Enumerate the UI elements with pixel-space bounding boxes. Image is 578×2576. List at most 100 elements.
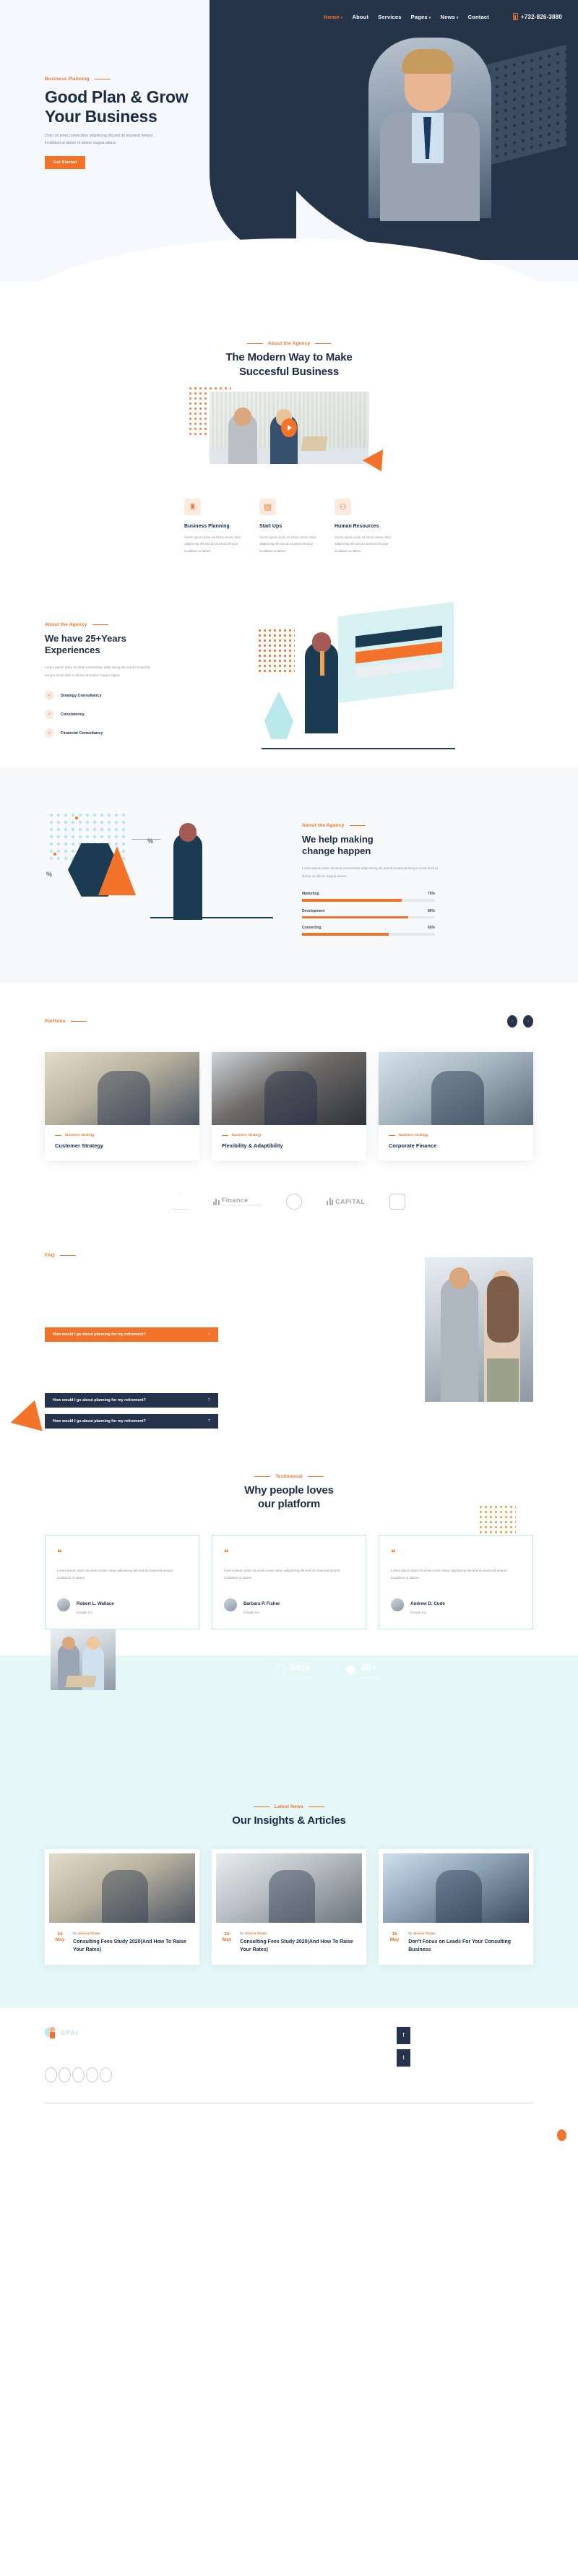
portfolio-card[interactable]: business strategy Customer Strategy [45, 1051, 199, 1160]
service-card[interactable]: ▤ Start Ups Vorem ipsum dolor sit amet,c… [259, 499, 319, 554]
news-image [383, 1853, 529, 1924]
about-section: About the Agency The Modern Way to Make … [0, 282, 578, 554]
header-phone[interactable]: +732-826-3880 [512, 13, 562, 20]
portfolio-card[interactable]: business strategy Flexibility & Adaptibi… [212, 1051, 366, 1160]
faq-question: How would I go about planning for my ret… [53, 1418, 146, 1423]
skill-converting: Converting 65% [302, 926, 435, 936]
nav-item-home[interactable]: Home ▾ [324, 14, 342, 20]
facebook-icon[interactable]: f [397, 2026, 410, 2044]
avatar [57, 1598, 70, 1611]
faq-item[interactable]: How would I go about planning for my ret… [45, 1413, 218, 1429]
brand-logo-script-icon [389, 1193, 406, 1210]
avatar [224, 1598, 237, 1611]
portfolio-image [379, 1051, 533, 1125]
people-group-icon: ⚇ [335, 499, 351, 515]
news-headline[interactable]: Consulting Fees Study 2020(And How To Ra… [73, 1939, 191, 1955]
service-title: Business Planning [184, 524, 230, 529]
news-author-name[interactable]: Jessica Ozawa [78, 1931, 100, 1935]
news-date: 16 May [387, 1931, 402, 1955]
question-mark-icon: ? [207, 1332, 210, 1337]
testimonial-title-line2: our platform [258, 1498, 320, 1511]
avatar [391, 1598, 404, 1611]
progress-fill [302, 933, 389, 936]
change-title-line2: change happen [302, 845, 371, 857]
skill-value: 80% [427, 908, 435, 913]
news-card[interactable]: 16 May By Jessica Ozawa Consulting Fees … [45, 1849, 199, 1965]
news-headline[interactable]: Consulting Fees Study 2020(And How To Ra… [240, 1939, 358, 1955]
checklist-label: Financial Consultancy [61, 731, 103, 736]
news-headline[interactable]: Don't Focus on Leads For Your Consulting… [408, 1939, 525, 1955]
nav-item-news[interactable]: News ▾ [440, 14, 458, 20]
hero-title: Good Plan & Grow Your Business [45, 87, 262, 126]
news-section: Latest News Our Insights & Articles 16 M… [0, 1778, 578, 2008]
phone-number: +732-826-3880 [520, 13, 562, 20]
hero-title-line1: Good Plan & Grow [45, 87, 189, 106]
play-video-button[interactable] [281, 418, 297, 437]
brand-logo-capital: CAPITAL [327, 1197, 365, 1206]
nav-item-about[interactable]: About [352, 14, 368, 20]
news-card[interactable]: 16 May By Jessica Ozawa Consulting Fees … [212, 1849, 366, 1965]
question-mark-icon: ? [207, 1397, 210, 1403]
faq-eyebrow-text: FAQ [45, 1252, 55, 1258]
nav-item-contact[interactable]: Contact [468, 14, 489, 20]
footer-logo[interactable]: GPAI [45, 2026, 112, 2038]
carousel-next-button[interactable]: › [523, 1015, 533, 1028]
change-section: % % About the Agency We help making chan… [0, 766, 578, 983]
portfolio-card[interactable]: business strategy Corporate Finance [379, 1051, 533, 1160]
testimonial-eyebrow: Testimonial [0, 1474, 578, 1479]
eyebrow-line-left [246, 343, 263, 344]
progress-fill [302, 899, 402, 902]
service-card[interactable]: ⚇ Human Resources Vorem ipsum dolor sit … [335, 499, 394, 554]
percent-badge-1: % [147, 837, 154, 845]
check-icon: ✓ [45, 710, 54, 720]
service-card[interactable]: ♜ Business Planning Vorem ipsum dolor si… [184, 499, 243, 554]
stat-label: Project Done [290, 1676, 311, 1681]
skill-label: Converting [302, 926, 322, 931]
experience-checklist: ✓ Strategy Consultancy ✓ Consistency ✓ F… [45, 691, 210, 738]
experience-title-line2: Experiences [45, 645, 100, 656]
faq-item-open[interactable]: How would I go about planning for my ret… [45, 1327, 218, 1342]
eyebrow-line-right [309, 1806, 325, 1807]
phone-icon [512, 13, 518, 20]
faq-item[interactable]: How would I go about planning for my ret… [45, 1392, 218, 1408]
change-copy: About the Agency We help making change h… [302, 801, 447, 943]
about-eyebrow-text: About the Agency [267, 341, 311, 346]
service-desc: Vorem ipsum dolor sit amet,consec tetur … [184, 535, 241, 553]
service-title: Human Resources [335, 524, 379, 529]
nav-label: Home [324, 13, 340, 20]
checklist-item: ✓ Consistency [45, 710, 210, 720]
back-to-top-button[interactable]: ↑ [557, 2129, 566, 2141]
nav-label: Pages [410, 13, 428, 20]
about-media [188, 386, 392, 477]
twitter-icon[interactable]: t [397, 2049, 410, 2067]
footer-socials: f t [397, 2026, 410, 2082]
check-icon: ✓ [45, 691, 54, 701]
experience-section: About the Agency We have 25+Years Experi… [0, 554, 578, 767]
eyebrow-line-right [307, 1476, 324, 1477]
about-title: The Modern Way to Make Succesful Busines… [0, 350, 578, 379]
news-month: May [222, 1937, 232, 1943]
experience-copy: About the Agency We have 25+Years Experi… [0, 600, 210, 767]
news-author-name[interactable]: Jessica Ozawa [245, 1931, 267, 1935]
news-by-prefix: By [240, 1931, 244, 1936]
testimonial-text: Lorem ipsum dolor sit amet,conse ctetur … [391, 1568, 507, 1580]
testimonial-card: ❝ Lorem ipsum dolor sit amet,conse ctetu… [212, 1534, 366, 1629]
portfolio-tag: business strategy [222, 1134, 356, 1137]
brand-mark-icon [45, 2026, 56, 2038]
stat-label: Awards Win [361, 1676, 380, 1681]
quote-icon: ❝ [224, 1547, 229, 1558]
nav-item-pages[interactable]: Pages ▾ [411, 14, 431, 20]
brand-name: Finance [221, 1196, 249, 1204]
change-title: We help making change happen [302, 834, 447, 858]
news-day: 16 [224, 1931, 230, 1937]
get-started-button[interactable]: Get Started [45, 155, 86, 169]
news-author-name[interactable]: Jessica Ozawa [413, 1931, 436, 1935]
nav-item-services[interactable]: Services [378, 14, 401, 20]
carousel-prev-button[interactable]: ‹ [507, 1015, 517, 1028]
news-by-prefix: By [408, 1931, 413, 1936]
skill-label: Development [302, 908, 325, 913]
testimonial-eyebrow-text: Testimonial [275, 1473, 303, 1479]
stats-list: 541+ Project Done 40+ Awards Win [276, 1661, 380, 1681]
news-card[interactable]: 16 May By Jessica Ozawa Don't Focus on L… [379, 1849, 533, 1965]
stat-number: 40+ [361, 1661, 377, 1673]
